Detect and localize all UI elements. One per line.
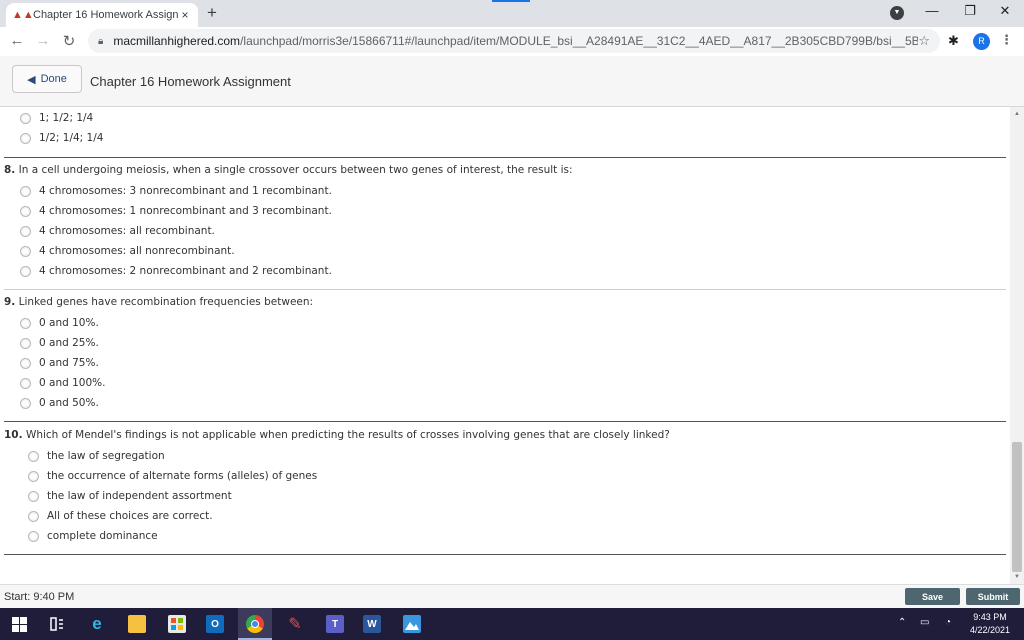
radio-button[interactable]	[20, 317, 31, 329]
assignment-header: ◀ Done Chapter 16 Homework Assignment	[0, 56, 1024, 107]
radio-button[interactable]	[20, 397, 31, 409]
file-explorer-icon[interactable]	[128, 615, 146, 633]
url-text: macmillanhighered.com/launchpad/morris3e…	[113, 34, 919, 48]
answer-option[interactable]: All of these choices are correct.	[28, 510, 213, 522]
answer-option[interactable]: the law of independent assortment	[28, 490, 232, 502]
wifi-icon[interactable]: ◔	[945, 617, 951, 628]
paint-app-icon[interactable]: ✎	[286, 615, 304, 633]
radio-button[interactable]	[20, 132, 31, 144]
radio-button[interactable]	[20, 337, 31, 349]
radio-button[interactable]	[20, 185, 31, 197]
radio-button[interactable]	[20, 377, 31, 389]
tray-expand-chevron-icon[interactable]: ⌃	[898, 617, 906, 628]
word-icon[interactable]: W	[363, 615, 381, 633]
browser-menu-icon[interactable]: ⋮	[1000, 32, 1013, 48]
system-clock[interactable]: 9:43 PM 4/22/2021	[962, 611, 1018, 637]
back-arrow-icon[interactable]: ←	[8, 32, 26, 49]
outlook-icon[interactable]: O	[206, 615, 224, 633]
question-divider	[4, 157, 1006, 158]
radio-button[interactable]	[20, 225, 31, 237]
radio-button[interactable]	[20, 205, 31, 217]
question-8-prompt: 8. In a cell undergoing meiosis, when a …	[4, 164, 573, 176]
questions-panel: 1; 1/2; 1/4 1/2; 1/4; 1/4 8. In a cell u…	[0, 107, 1010, 584]
scrollbar-thumb[interactable]	[1012, 442, 1022, 572]
answer-option[interactable]: 0 and 10%.	[20, 317, 99, 329]
answer-option[interactable]: 4 chromosomes: 3 nonrecombinant and 1 re…	[20, 185, 332, 197]
page-title: Chapter 16 Homework Assignment	[90, 74, 291, 89]
tab-drag-indicator	[492, 0, 530, 2]
answer-option[interactable]: the occurrence of alternate forms (allel…	[28, 470, 317, 482]
question-divider	[4, 554, 1006, 555]
save-button[interactable]: Save	[905, 588, 960, 605]
radio-button[interactable]	[20, 265, 31, 277]
radio-button[interactable]	[28, 470, 39, 482]
answer-option[interactable]: 4 chromosomes: all recombinant.	[20, 225, 215, 237]
answer-option[interactable]: 1/2; 1/4; 1/4	[20, 132, 103, 144]
macmillan-favicon-icon: ▲▲	[12, 9, 34, 21]
back-curved-arrow-icon: ◀	[27, 73, 36, 86]
done-label: Done	[40, 73, 67, 85]
answer-option[interactable]: 0 and 25%.	[20, 337, 99, 349]
forward-arrow-icon[interactable]: →	[34, 32, 52, 49]
browser-tab-strip: ▲▲ Chapter 16 Homework Assignme × + ▼ — …	[0, 0, 1024, 27]
extensions-puzzle-icon[interactable]: ✱	[948, 33, 959, 49]
question-divider	[4, 289, 1006, 290]
lock-icon: 🔒︎	[98, 35, 104, 47]
radio-button[interactable]	[28, 490, 39, 502]
microsoft-store-icon[interactable]	[168, 615, 186, 633]
radio-button[interactable]	[28, 510, 39, 522]
answer-option[interactable]: 0 and 50%.	[20, 397, 99, 409]
radio-button[interactable]	[20, 357, 31, 369]
tab-search-icon[interactable]: ▼	[890, 6, 904, 20]
radio-button[interactable]	[20, 245, 31, 257]
reload-icon[interactable]: ↻	[60, 32, 78, 50]
assignment-footer: Start: 9:40 PM Save Submit	[0, 584, 1024, 608]
restore-button[interactable]: ❐	[960, 3, 980, 19]
clock-time: 9:43 PM	[973, 612, 1007, 622]
battery-icon[interactable]: ▭	[920, 617, 929, 628]
bookmark-star-icon[interactable]: ☆	[918, 33, 930, 49]
answer-option[interactable]: complete dominance	[28, 530, 158, 542]
close-window-button[interactable]: ✕	[995, 3, 1015, 19]
chrome-icon[interactable]	[246, 615, 264, 633]
browser-tab[interactable]: ▲▲ Chapter 16 Homework Assignme ×	[6, 3, 198, 27]
tab-title: Chapter 16 Homework Assignme	[33, 9, 178, 21]
answer-option[interactable]: 1; 1/2; 1/4	[20, 112, 93, 124]
answer-option[interactable]: 4 chromosomes: all nonrecombinant.	[20, 245, 235, 257]
clock-date: 4/22/2021	[969, 625, 1011, 635]
windows-taskbar: e O ✎ T W ⌃ ▭ ◔ 9:43 PM 4/22/2021	[0, 608, 1024, 640]
new-tab-button[interactable]: +	[207, 4, 217, 22]
answer-option[interactable]: 0 and 75%.	[20, 357, 99, 369]
windows-start-icon[interactable]	[10, 615, 28, 633]
scroll-up-arrow-icon[interactable]: ▲	[1014, 111, 1020, 117]
teams-icon[interactable]: T	[326, 615, 344, 633]
scroll-down-arrow-icon[interactable]: ▼	[1014, 574, 1020, 580]
answer-option[interactable]: 4 chromosomes: 1 nonrecombinant and 3 re…	[20, 205, 332, 217]
task-view-icon[interactable]	[48, 615, 66, 633]
radio-button[interactable]	[28, 450, 39, 462]
submit-button[interactable]: Submit	[966, 588, 1020, 605]
tab-close-icon[interactable]: ×	[178, 8, 192, 22]
content-scrollbar[interactable]: ▲ ▼	[1010, 107, 1024, 584]
answer-option[interactable]: 0 and 100%.	[20, 377, 105, 389]
minimize-button[interactable]: —	[922, 3, 942, 18]
browser-toolbar: ← → ↻ 🔒︎ macmillanhighered.com/launchpad…	[0, 27, 1024, 56]
question-9-prompt: 9. Linked genes have recombination frequ…	[4, 296, 314, 308]
edge-browser-icon[interactable]: e	[88, 614, 106, 633]
profile-avatar[interactable]: R	[973, 33, 990, 50]
photos-icon[interactable]	[403, 615, 421, 633]
radio-button[interactable]	[28, 530, 39, 542]
radio-button[interactable]	[20, 112, 31, 124]
start-time: Start: 9:40 PM	[4, 591, 75, 603]
answer-option[interactable]: the law of segregation	[28, 450, 165, 462]
answer-option[interactable]: 4 chromosomes: 2 nonrecombinant and 2 re…	[20, 265, 332, 277]
question-10-prompt: 10. Which of Mendel's findings is not ap…	[4, 429, 670, 441]
question-divider	[4, 421, 1006, 422]
address-bar[interactable]: 🔒︎ macmillanhighered.com/launchpad/morri…	[88, 29, 940, 53]
done-button[interactable]: ◀ Done	[12, 65, 82, 93]
